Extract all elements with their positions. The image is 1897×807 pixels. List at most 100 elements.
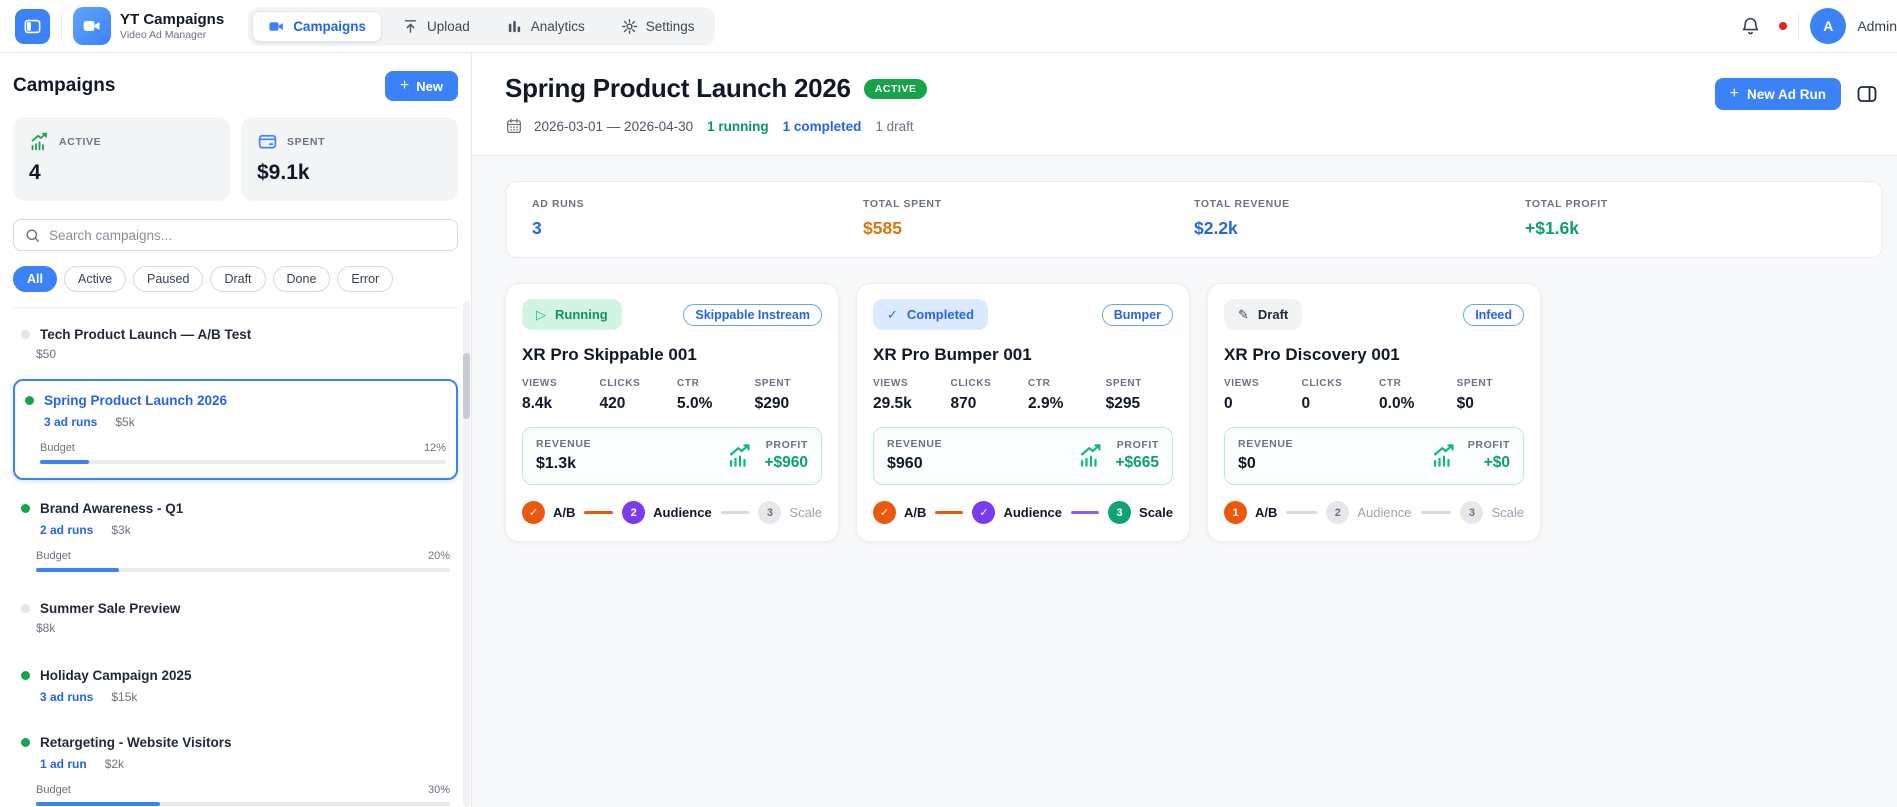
budget-label: Budget — [40, 442, 75, 454]
progress-fill — [36, 568, 119, 572]
status-dot — [25, 396, 34, 405]
format-chip: Skippable Instream — [683, 304, 822, 326]
topbar: YT Campaigns Video Ad Manager Campaigns — [0, 0, 1897, 53]
app-logo — [73, 7, 111, 45]
format-chip: Infeed — [1463, 304, 1524, 326]
avatar[interactable]: A — [1810, 8, 1846, 44]
filter-chip-all[interactable]: All — [13, 266, 57, 292]
budget-percent: 30% — [428, 784, 450, 796]
filter-chip-active[interactable]: Active — [64, 266, 126, 292]
panel-left-icon — [23, 17, 42, 36]
budget-progress: Budget 12% — [40, 442, 446, 464]
date-range: 2026-03-01 — 2026-04-30 — [534, 119, 693, 134]
ad-runs-link[interactable]: 2 ad runs — [40, 523, 93, 537]
campaign-list: Tech Product Launch — A/B Test $50 Sprin… — [13, 316, 458, 807]
tab-settings[interactable]: Settings — [605, 11, 711, 42]
draft-count: 1 draft — [875, 119, 913, 134]
profit-label: PROFIT — [1468, 439, 1510, 451]
status-dot — [21, 604, 30, 613]
ad-run-card[interactable]: ✓ Completed Bumper XR Pro Bumper 001 VIE… — [856, 283, 1190, 542]
metric-views: VIEWS 0 — [1224, 378, 1302, 413]
ad-run-card[interactable]: ✎ Draft Infeed XR Pro Discovery 001 VIEW… — [1207, 283, 1541, 542]
new-ad-run-button[interactable]: + New Ad Run — [1715, 78, 1841, 110]
progress-track — [36, 568, 450, 572]
run-status-label: Running — [555, 307, 608, 322]
progress-track — [36, 802, 450, 806]
filter-chip-error[interactable]: Error — [337, 266, 393, 292]
revenue-box: REVENUE $1.3k — [522, 427, 822, 485]
notifications-button[interactable] — [1736, 12, 1765, 41]
metric-views: VIEWS 8.4k — [522, 378, 600, 413]
bar-chart-icon — [506, 18, 523, 35]
new-campaign-button[interactable]: + New — [385, 71, 458, 101]
tab-campaigns[interactable]: Campaigns — [252, 11, 382, 42]
campaign-list-item[interactable]: Summer Sale Preview $8k — [13, 590, 458, 647]
tab-analytics[interactable]: Analytics — [490, 11, 601, 42]
trend-up-icon — [1076, 442, 1106, 469]
campaign-budget: $8k — [36, 621, 55, 635]
topbar-right: A Admin — [1736, 8, 1897, 44]
campaign-list-item[interactable]: Retargeting - Website Visitors 1 ad run … — [13, 724, 458, 807]
summary-stat-total-revenue: TOTAL REVENUE $2.2k — [1194, 198, 1525, 239]
campaign-name: Holiday Campaign 2025 — [40, 668, 192, 683]
app-window: YT Campaigns Video Ad Manager Campaigns — [0, 0, 1897, 807]
summary-value: $2.2k — [1194, 218, 1525, 239]
ad-runs-link[interactable]: 3 ad runs — [44, 415, 97, 429]
panel-right-icon — [1855, 82, 1879, 106]
step-label: A/B — [553, 505, 575, 520]
campaign-name: Tech Product Launch — A/B Test — [40, 327, 251, 342]
bell-icon — [1740, 16, 1761, 37]
step-circle: 3 — [1460, 501, 1483, 524]
calendar-icon — [505, 117, 523, 135]
new-ad-run-label: New Ad Run — [1747, 87, 1826, 102]
campaign-list-item[interactable]: Tech Product Launch — A/B Test $50 — [13, 316, 458, 373]
revenue-label: REVENUE — [536, 438, 591, 450]
summary-label: TOTAL REVENUE — [1194, 198, 1525, 210]
campaign-list-item[interactable]: Brand Awareness - Q1 2 ad runs $3k Budge… — [13, 490, 458, 584]
new-campaign-label: New — [416, 79, 443, 94]
summary-stat-total-spent: TOTAL SPENT $585 — [863, 198, 1194, 239]
nav-label: Settings — [646, 19, 695, 34]
summary-value: +$1.6k — [1525, 218, 1856, 239]
app-title: YT Campaigns — [120, 11, 224, 28]
filter-chip-draft[interactable]: Draft — [210, 266, 265, 292]
step-label: Scale — [789, 505, 822, 520]
filter-chip-done[interactable]: Done — [273, 266, 331, 292]
campaign-list-item[interactable]: Holiday Campaign 2025 3 ad runs $15k — [13, 657, 458, 716]
sidebar-toggle-button[interactable] — [15, 9, 50, 44]
sidebar-scrollbar — [463, 301, 470, 807]
search-input[interactable] — [49, 228, 447, 243]
pipeline-connector — [1071, 511, 1099, 514]
status-dot — [21, 330, 30, 339]
ad-runs-link[interactable]: 3 ad runs — [40, 690, 93, 704]
campaign-budget: $5k — [115, 415, 134, 429]
campaign-name: Spring Product Launch 2026 — [44, 393, 227, 408]
revenue-box: REVENUE $0 — [1224, 427, 1524, 485]
right-panel-toggle-button[interactable] — [1850, 79, 1883, 110]
status-dot — [21, 504, 30, 513]
ad-runs-link[interactable]: 1 ad run — [40, 757, 87, 771]
step-label: Audience — [653, 505, 712, 520]
campaign-budget: $2k — [105, 757, 124, 771]
scrollbar-thumb[interactable] — [463, 353, 470, 419]
metric-ctr: CTR 2.9% — [1028, 378, 1106, 413]
campaign-list-item[interactable]: Spring Product Launch 2026 3 ad runs $5k… — [13, 379, 458, 480]
run-status-badge: ▷ Running — [522, 299, 622, 330]
step-label: Scale — [1491, 505, 1524, 520]
budget-progress: Budget 30% — [36, 784, 450, 806]
step-label: Audience — [1357, 505, 1411, 520]
metric-spent: SPENT $290 — [755, 378, 822, 413]
metric-clicks: CLICKS 0 — [1302, 378, 1380, 413]
tab-upload[interactable]: Upload — [386, 11, 486, 42]
stat-value: $9.1k — [257, 161, 442, 185]
plus-icon: + — [400, 78, 409, 94]
pipeline-connector — [1421, 511, 1452, 514]
ad-run-card[interactable]: ▷ Running Skippable Instream XR Pro Skip… — [505, 283, 839, 542]
campaign-budget: $15k — [111, 690, 137, 704]
plus-icon: + — [1730, 86, 1739, 102]
metric-ctr: CTR 0.0% — [1379, 378, 1457, 413]
main-content: AD RUNS 3 TOTAL SPENT $585 TOTAL REVENUE… — [472, 156, 1897, 542]
pipeline-connector — [1286, 511, 1317, 514]
filter-chip-paused[interactable]: Paused — [133, 266, 203, 292]
topbar-divider — [61, 13, 62, 39]
